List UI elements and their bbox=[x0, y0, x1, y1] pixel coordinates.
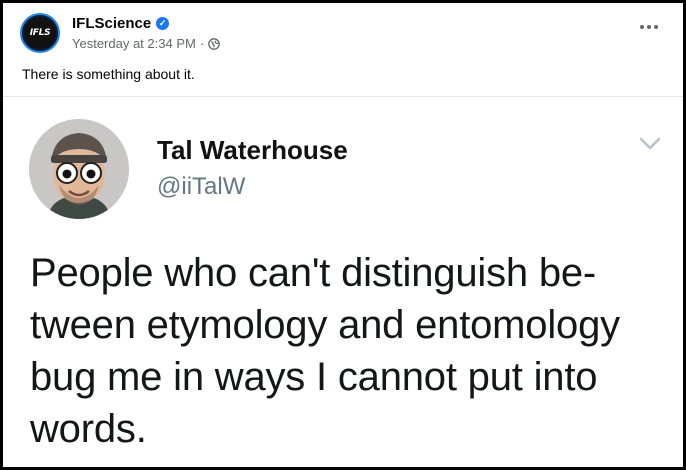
tweet-text-line: tween etymology and entomology bbox=[30, 303, 620, 347]
post-timestamp-link[interactable]: Yesterday at 2:34 PM bbox=[72, 36, 196, 51]
more-dot bbox=[654, 25, 658, 29]
page-logo: IFLS bbox=[24, 17, 56, 49]
tweet-text-line: People who can't distinguish be- bbox=[30, 251, 597, 295]
more-dot bbox=[640, 25, 644, 29]
tweet-author-avatar bbox=[29, 119, 129, 219]
tweet-screenshot-image[interactable]: Tal Waterhouse @iiTalW People who can't … bbox=[3, 97, 683, 467]
globe-icon bbox=[208, 37, 221, 50]
page-avatar[interactable]: IFLS bbox=[20, 13, 60, 53]
tweet-text-line: bug me in ways I cannot put into bbox=[30, 355, 598, 399]
post-header: IFLS IFLScience ✓ Yesterday at 2:34 PM · bbox=[20, 11, 669, 55]
post-meta: Yesterday at 2:34 PM · bbox=[72, 36, 221, 51]
tweet-text-line: words. bbox=[30, 407, 147, 451]
verified-badge-icon: ✓ bbox=[156, 17, 170, 30]
more-options-icon[interactable] bbox=[635, 17, 663, 37]
page-name-link[interactable]: IFLScience bbox=[72, 15, 151, 32]
meta-separator: · bbox=[199, 36, 205, 51]
post-caption: There is something about it. bbox=[22, 66, 195, 82]
avatar-face-illustration bbox=[29, 119, 129, 219]
more-dot bbox=[647, 25, 651, 29]
chevron-down-icon bbox=[639, 137, 661, 150]
tweet-author-name: Tal Waterhouse bbox=[157, 135, 348, 165]
page-name-row: IFLScience ✓ bbox=[72, 15, 170, 32]
tweet-text: People who can't distinguish be- tween e… bbox=[30, 247, 670, 455]
facebook-post-card: IFLS IFLScience ✓ Yesterday at 2:34 PM ·… bbox=[0, 0, 686, 470]
tweet-author-handle: @iiTalW bbox=[157, 173, 246, 200]
